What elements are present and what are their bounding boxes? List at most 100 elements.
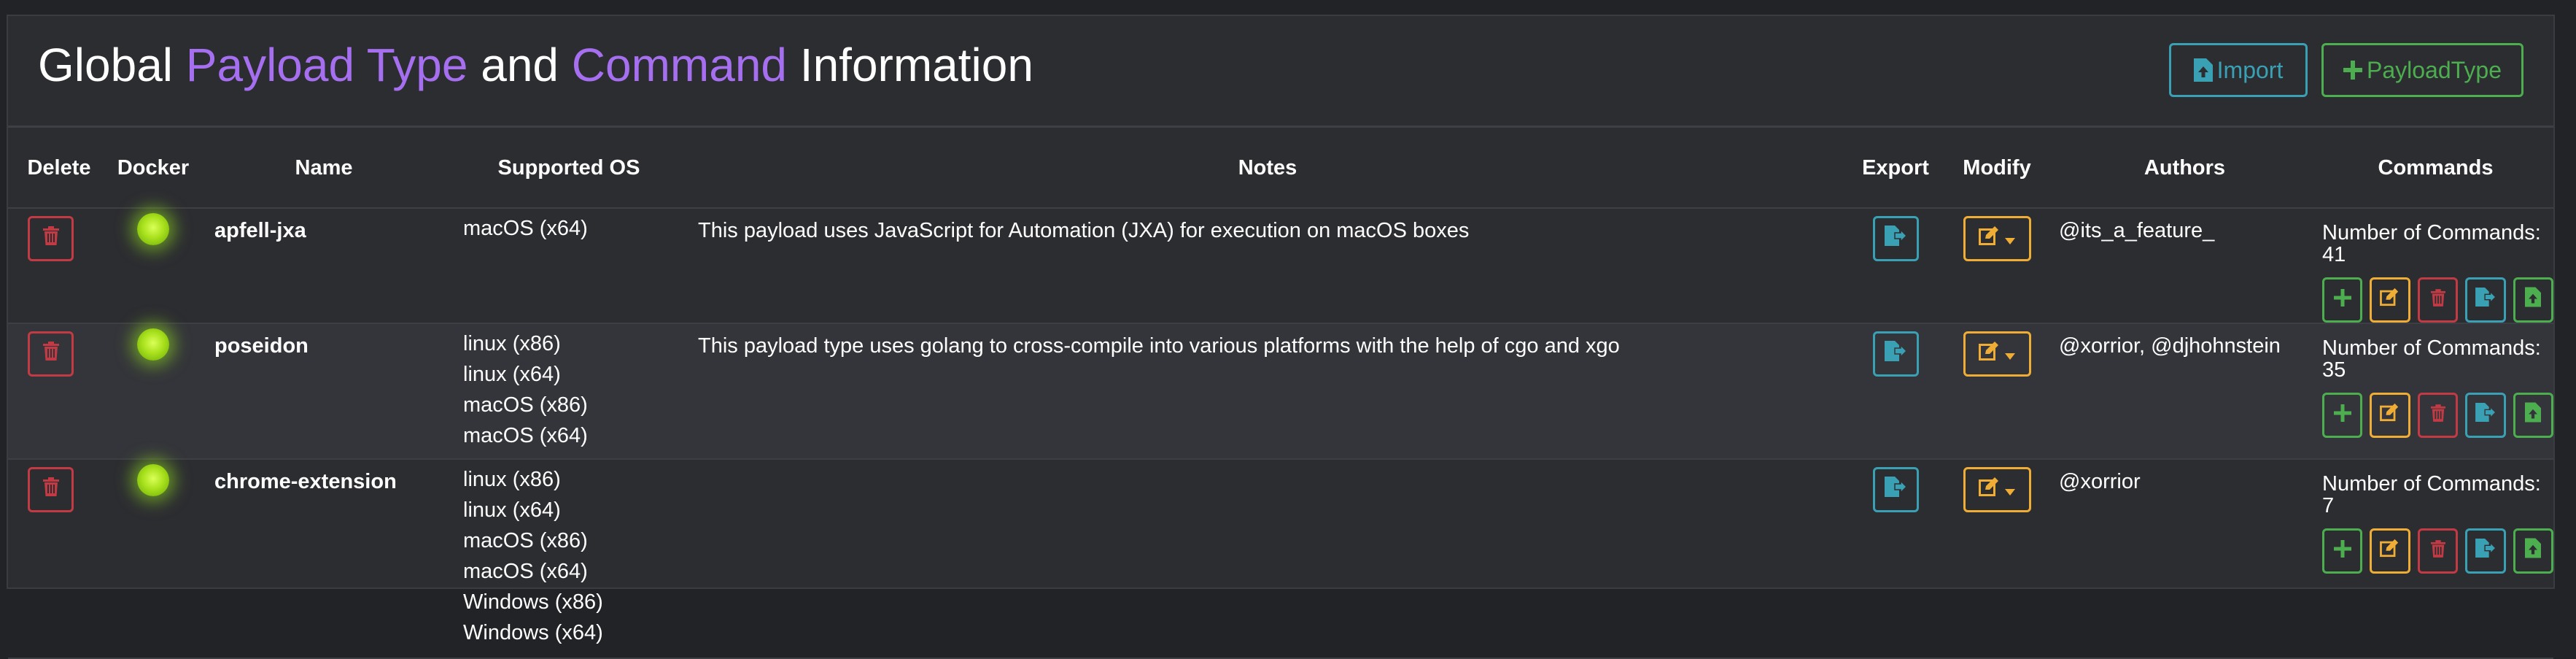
- export-button[interactable]: [1872, 216, 1919, 261]
- import-commands-button[interactable]: [2513, 277, 2554, 323]
- os-item: macOS (x86): [463, 393, 588, 417]
- caret-down-icon: [2005, 478, 2015, 502]
- modify-dropdown-button[interactable]: [1963, 216, 2031, 261]
- delete-commands-button[interactable]: [2417, 277, 2459, 323]
- title-part-command: Command: [571, 39, 787, 91]
- col-header-docker: Docker: [110, 128, 196, 209]
- payload-name: chrome-extension: [214, 470, 397, 493]
- file-export-icon: [1885, 477, 1908, 503]
- table-header-row: Delete Docker Name Supported OS Notes Ex…: [8, 128, 2553, 209]
- payload-types-panel: Global Payload Type and Command Informat…: [7, 15, 2555, 658]
- delete-commands-button[interactable]: [2417, 393, 2459, 438]
- payload-name: apfell-jxa: [214, 219, 306, 242]
- title-part-global: Global: [38, 39, 186, 91]
- docker-status-indicator: [137, 328, 169, 361]
- supported-os-list: macOS (x64): [451, 208, 686, 323]
- edit-commands-button[interactable]: [2370, 528, 2410, 574]
- os-item: macOS (x86): [463, 529, 588, 552]
- import-label: Import: [2216, 56, 2284, 83]
- col-header-delete: Delete: [8, 128, 110, 209]
- col-header-export: Export: [1849, 128, 1942, 209]
- file-export-icon: [1885, 226, 1908, 252]
- docker-status-indicator: [137, 213, 169, 245]
- add-payloadtype-button[interactable]: PayloadType: [2321, 43, 2523, 97]
- title-part-payload-type: Payload Type: [185, 39, 468, 91]
- payload-authors: @its_a_feature_: [2059, 219, 2215, 242]
- edit-icon: [2380, 403, 2400, 428]
- add-command-button[interactable]: [2322, 277, 2363, 323]
- trash-icon: [2430, 404, 2445, 428]
- file-export-icon: [2475, 403, 2497, 428]
- docker-status-indicator: [137, 464, 169, 496]
- payload-notes: [686, 459, 1849, 658]
- trash-icon: [2430, 288, 2445, 312]
- os-item: Windows (x86): [463, 590, 603, 614]
- export-commands-button[interactable]: [2465, 393, 2506, 438]
- edit-icon: [1979, 341, 2001, 367]
- edit-icon: [1979, 226, 2001, 252]
- table-row: chrome-extension linux (x86) linux (x64)…: [8, 459, 2554, 658]
- caret-down-icon: [2005, 342, 2015, 366]
- table-row: poseidon linux (x86) linux (x64) macOS (…: [8, 323, 2554, 459]
- file-export-icon: [2475, 288, 2497, 312]
- command-actions: [2318, 393, 2554, 438]
- file-export-icon: [1885, 341, 1908, 367]
- table-row: apfell-jxa macOS (x64) This payload uses…: [8, 208, 2554, 323]
- edit-commands-button[interactable]: [2370, 277, 2410, 323]
- os-item: macOS (x64): [463, 560, 588, 583]
- export-button[interactable]: [1872, 331, 1919, 377]
- file-upload-icon: [2525, 402, 2542, 428]
- plus-icon: [2333, 404, 2351, 428]
- command-count: Number of Commands: 7: [2322, 472, 2541, 517]
- payloadtype-label: PayloadType: [2366, 56, 2502, 83]
- trash-icon: [42, 477, 59, 502]
- payload-notes: This payload type uses golang to cross-c…: [698, 334, 1620, 358]
- edit-icon: [2380, 288, 2400, 312]
- plus-icon: [2333, 288, 2351, 312]
- os-item: linux (x64): [463, 498, 561, 522]
- title-part-and: and: [468, 39, 572, 91]
- add-command-button[interactable]: [2322, 528, 2363, 574]
- modify-dropdown-button[interactable]: [1963, 331, 2031, 377]
- plus-icon: [2343, 61, 2362, 80]
- import-commands-button[interactable]: [2513, 528, 2554, 574]
- os-item: macOS (x64): [463, 217, 588, 240]
- supported-os-list: linux (x86) linux (x64) macOS (x86) macO…: [451, 323, 686, 459]
- delete-button[interactable]: [28, 331, 74, 377]
- os-item: linux (x86): [463, 332, 561, 355]
- file-upload-icon: [2193, 58, 2213, 82]
- export-commands-button[interactable]: [2465, 277, 2506, 323]
- delete-button[interactable]: [28, 467, 74, 512]
- add-command-button[interactable]: [2322, 393, 2363, 438]
- command-count: Number of Commands: 35: [2322, 336, 2541, 382]
- delete-button[interactable]: [28, 216, 74, 261]
- payload-notes: This payload uses JavaScript for Automat…: [698, 219, 1470, 242]
- payload-name: poseidon: [214, 334, 309, 358]
- file-upload-icon: [2525, 538, 2542, 564]
- col-header-notes: Notes: [686, 128, 1849, 209]
- trash-icon: [2430, 539, 2445, 563]
- modify-dropdown-button[interactable]: [1963, 467, 2031, 512]
- caret-down-icon: [2005, 227, 2015, 251]
- export-button[interactable]: [1872, 467, 1919, 512]
- col-header-supported-os: Supported OS: [451, 128, 686, 209]
- trash-icon: [42, 226, 59, 251]
- delete-commands-button[interactable]: [2417, 528, 2459, 574]
- export-commands-button[interactable]: [2465, 528, 2506, 574]
- import-commands-button[interactable]: [2513, 393, 2554, 438]
- trash-icon: [42, 342, 59, 366]
- edit-commands-button[interactable]: [2370, 393, 2410, 438]
- os-item: linux (x86): [463, 468, 561, 491]
- plus-icon: [2333, 539, 2351, 563]
- import-button[interactable]: Import: [2169, 43, 2308, 97]
- page-header: Global Payload Type and Command Informat…: [8, 16, 2553, 128]
- edit-icon: [1979, 477, 2001, 503]
- os-item: linux (x64): [463, 363, 561, 386]
- payload-authors: @xorrior, @djhohnstein: [2059, 334, 2281, 358]
- title-part-information: Information: [787, 39, 1033, 91]
- payload-types-table: Delete Docker Name Supported OS Notes Ex…: [8, 128, 2554, 659]
- col-header-authors: Authors: [2052, 128, 2318, 209]
- command-actions: [2318, 277, 2554, 323]
- os-item: Windows (x64): [463, 621, 603, 644]
- command-actions: [2318, 528, 2554, 574]
